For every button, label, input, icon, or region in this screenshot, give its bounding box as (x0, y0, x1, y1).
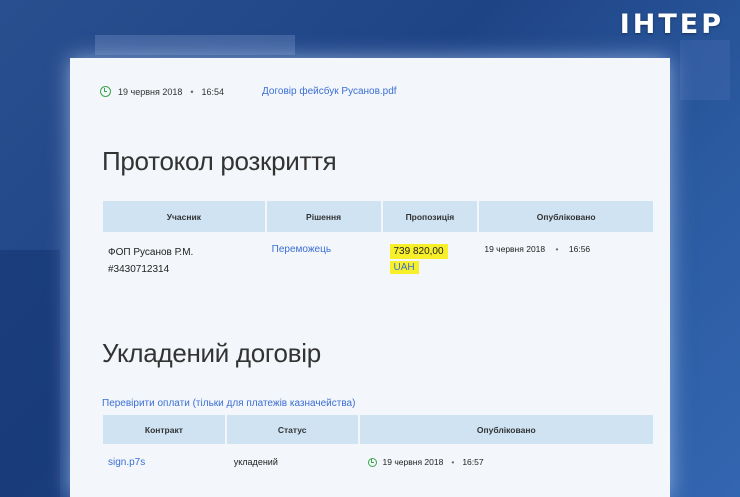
participant-cell: ФОП Русанов Р.М. #3430712314 (103, 232, 266, 278)
background-stripe (680, 40, 730, 100)
contract-published: 19 червня 2018 • 16:57 (359, 457, 654, 467)
protocol-title: Протокол розкриття (102, 146, 337, 176)
contract-table: Контракт Статус Опубліковано sign.p7s ук… (103, 415, 656, 468)
offer-currency: UAH (389, 261, 419, 274)
document-date: 19 червня 2018 (118, 86, 183, 97)
separator-dot: • (451, 457, 455, 467)
web-page-screen: 19 червня 2018 • 16:54 Договір фейсбук Р… (70, 58, 670, 497)
contract-file-link[interactable]: sign.p7s (103, 457, 145, 468)
participant-id: #3430712314 (108, 264, 170, 275)
contract-published-time: 16:57 (462, 457, 484, 467)
contract-file-cell: sign.p7s (103, 444, 226, 468)
decision-cell: Переможець (266, 232, 382, 278)
verify-payments-link[interactable]: Перевірити оплати (тільки для платежів к… (102, 398, 355, 409)
clock-icon (100, 86, 111, 97)
separator-dot: • (555, 244, 559, 254)
column-header: Опубліковано (358, 415, 656, 444)
table-row: sign.p7s укладений 19 червня 2018 • 16:5… (103, 444, 654, 468)
column-header: Опубліковано (478, 201, 655, 232)
contract-status: укладений (233, 457, 278, 467)
column-header: Контракт (103, 415, 227, 444)
background-stripe (0, 250, 60, 497)
decision-link[interactable]: Переможець (266, 244, 331, 255)
document-file-link[interactable]: Договір фейсбук Русанов.pdf (262, 86, 397, 97)
participant-name: ФОП Русанов Р.М. (108, 247, 194, 258)
protocol-table: Учасник Рішення Пропозиція Опубліковано … (103, 201, 655, 278)
document-meta: 19 червня 2018 • 16:54 Договір фейсбук Р… (100, 86, 397, 97)
column-header: Рішення (265, 201, 383, 232)
table-header-row: Учасник Рішення Пропозиція Опубліковано (103, 201, 655, 232)
table-header-row: Контракт Статус Опубліковано (103, 415, 656, 444)
published-time: 16:56 (568, 244, 591, 254)
offer-amount: 739 820,00 (389, 244, 448, 259)
column-header: Учасник (103, 201, 267, 232)
column-header: Статус (225, 415, 360, 444)
clock-icon (367, 457, 377, 467)
contract-published-cell: 19 червня 2018 • 16:57 (359, 444, 654, 468)
separator-dot: • (190, 86, 194, 97)
background-stripe (95, 35, 295, 55)
column-header: Пропозиція (381, 201, 480, 232)
contract-title: Укладений договір (102, 338, 321, 368)
offer-cell: 739 820,00 UAH (382, 232, 479, 278)
published-cell: 19 червня 2018 • 16:56 (478, 232, 654, 278)
contract-published-date: 19 червня 2018 (382, 457, 444, 467)
document-time: 16:54 (201, 86, 225, 97)
channel-logo: ІНТЕР (619, 9, 724, 40)
published-date: 19 червня 2018 (484, 244, 546, 254)
table-row: ФОП Русанов Р.М. #3430712314 Переможець … (103, 232, 654, 278)
